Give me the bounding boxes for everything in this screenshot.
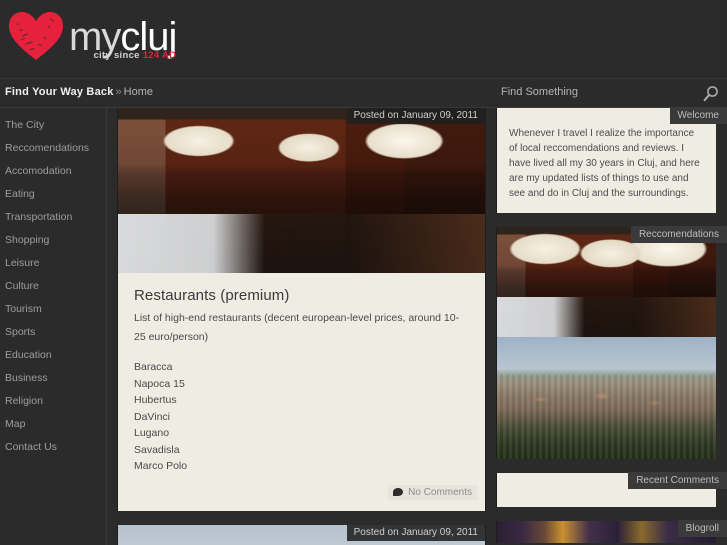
post-title[interactable]: Restaurants (premium) <box>134 287 469 304</box>
post-second: Posted on January 09, 2011 <box>117 524 486 545</box>
widget-tab-label: Recent Comments <box>628 472 727 489</box>
widget-thumbnails <box>497 227 716 459</box>
thumbnail-city-panorama[interactable] <box>497 337 716 459</box>
city-panorama-photo <box>497 337 716 459</box>
sidebar-item-accomodation[interactable]: Accomodation <box>0 160 106 183</box>
restaurant-interior-photo <box>118 108 485 273</box>
widget-welcome: Welcome Whenever I travel I realize the … <box>496 107 727 213</box>
sidebar-item-shopping[interactable]: Shopping <box>0 229 106 252</box>
post-restaurants-premium: Posted on January 09, 2011 Restaurants (… <box>117 108 486 511</box>
post-date-badge: Posted on January 09, 2011 <box>346 524 485 541</box>
list-item: Marco Polo <box>134 460 188 472</box>
search-icon[interactable] <box>701 84 721 104</box>
widget-reccomendations: Reccomendations <box>496 226 727 459</box>
sidebar-item-the-city[interactable]: The City <box>0 114 106 137</box>
tagline: city since 124 AD <box>93 50 176 61</box>
sidebar-item-transportation[interactable]: Transportation <box>0 206 106 229</box>
sidebar-item-contact-us[interactable]: Contact Us <box>0 436 106 459</box>
breadcrumb-bar: Find Your Way Back» Home Find Something <box>0 78 727 108</box>
list-item: Savadisla <box>134 443 180 456</box>
widget-tab-label: Blogroll <box>677 520 727 537</box>
post-description: List of high-end restaurants (decent eur… <box>134 312 460 343</box>
sidebar-item-eating[interactable]: Eating <box>0 183 106 206</box>
sidebar-item-education[interactable]: Education <box>0 344 106 367</box>
sidebar-item-leisure[interactable]: Leisure <box>0 252 106 275</box>
list-item: Baracca <box>134 361 173 373</box>
breadcrumb: Find Your Way Back» Home <box>5 86 153 98</box>
breadcrumb-label: Find Your Way Back <box>5 86 114 98</box>
tagline-prefix: city since <box>93 50 143 61</box>
list-item: Lugano <box>134 427 170 439</box>
list-item: DaVinci <box>134 410 170 423</box>
list-item: Napoca 15 <box>134 377 185 390</box>
comment-bubble-icon <box>393 488 404 496</box>
sidebar-widgets: Welcome Whenever I travel I realize the … <box>496 107 727 545</box>
post-date-badge: Posted on January 09, 2011 <box>346 108 485 124</box>
site-header: mycluj city since 124 AD <box>0 0 727 78</box>
widget-tab-label: Reccomendations <box>630 226 727 243</box>
post-featured-image[interactable]: Posted on January 09, 2011 <box>118 108 485 273</box>
sidebar-item-religion[interactable]: Religion <box>0 390 106 413</box>
breadcrumb-current[interactable]: Home <box>124 86 153 98</box>
post-featured-image[interactable]: Posted on January 09, 2011 <box>118 524 485 545</box>
comments-count-label: No Comments <box>408 486 472 498</box>
sidebar-item-tourism[interactable]: Tourism <box>0 298 106 321</box>
list-item: Hubertus <box>134 394 177 406</box>
widget-tab-label: Welcome <box>669 107 727 124</box>
post-body: Restaurants (premium) List of high-end r… <box>118 273 485 481</box>
restaurant-list: Baracca Napoca 15 Hubertus DaVinci Lugan… <box>134 359 469 475</box>
restaurant-interior-photo <box>497 227 716 337</box>
main-content: Posted on January 09, 2011 Restaurants (… <box>117 108 486 545</box>
comments-link[interactable]: No Comments <box>388 484 477 500</box>
wordmark: mycluj city since 124 AD <box>69 8 177 61</box>
sidebar-item-culture[interactable]: Culture <box>0 275 106 298</box>
tagline-highlight: 124 AD <box>142 50 177 61</box>
site-logo[interactable]: mycluj city since 124 AD <box>8 8 177 62</box>
breadcrumb-separator: » <box>115 86 122 98</box>
widget-recent-comments: Recent Comments <box>496 472 727 507</box>
main-navigation: The City Reccomendations Accomodation Ea… <box>0 108 107 545</box>
heart-icon <box>9 12 63 60</box>
search-label[interactable]: Find Something <box>501 86 578 98</box>
sidebar-item-reccomendations[interactable]: Reccomendations <box>0 137 106 160</box>
sidebar-item-sports[interactable]: Sports <box>0 321 106 344</box>
sidebar-item-business[interactable]: Business <box>0 367 106 390</box>
post-footer: No Comments <box>118 481 485 511</box>
widget-blogroll: Blogroll <box>496 520 727 543</box>
sidebar-item-map[interactable]: Map <box>0 413 106 436</box>
page-root: mycluj city since 124 AD Find Your Way B… <box>0 0 727 545</box>
thumbnail-restaurant-interior[interactable] <box>497 227 716 337</box>
